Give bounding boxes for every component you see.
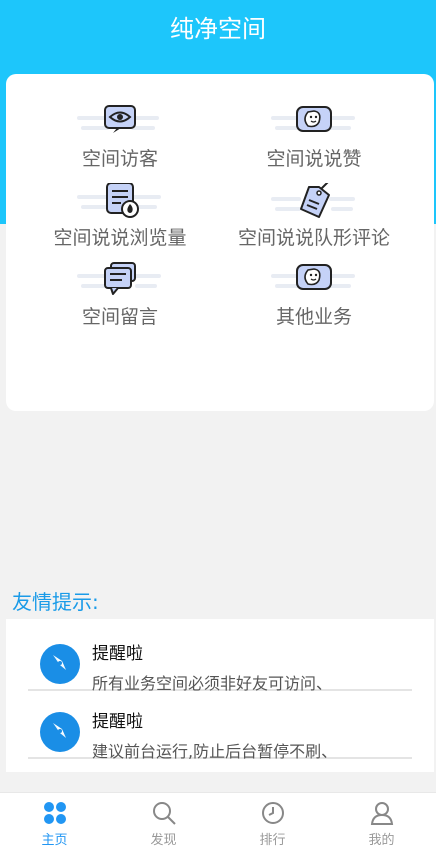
- grid-item-label: 其他业务: [275, 306, 352, 328]
- eye-icon: [77, 104, 163, 140]
- tab-mine[interactable]: 我的: [327, 793, 436, 848]
- compass-icon: [40, 644, 80, 684]
- grid-item-messages[interactable]: 空间留言: [20, 262, 220, 332]
- services-card: 空间访客 空间说说赞 空间说说浏览量 空间说说队形评论 空间留言 其他业务: [6, 74, 434, 411]
- grid-item-other[interactable]: 其他业务: [214, 262, 414, 332]
- smile-chat-icon: [271, 104, 357, 140]
- grid-item-label: 空间说说队形评论: [237, 227, 390, 249]
- tips-title: 友情提示:: [12, 590, 99, 614]
- user-icon: [370, 802, 394, 825]
- list-item[interactable]: 提醒啦 建议前台运行,防止后台暂停不刷、: [28, 693, 412, 761]
- smile-chat-icon: [271, 262, 357, 298]
- list-item[interactable]: 提醒啦 所有业务空间必须非好友可访问、: [28, 625, 412, 693]
- page-title: 纯净空间: [170, 15, 266, 43]
- tab-ranking[interactable]: 排行: [218, 793, 327, 848]
- tab-discover[interactable]: 发现: [109, 793, 218, 848]
- document-fire-icon: [77, 183, 163, 219]
- grid-item-label: 空间说说浏览量: [53, 227, 187, 249]
- tip-description: 所有业务空间必须非好友可访问、: [92, 674, 333, 693]
- grid-item-label: 空间留言: [81, 306, 158, 328]
- tip-title: 提醒啦: [92, 644, 143, 664]
- tag-icon: [271, 183, 357, 219]
- bottom-tab-bar: 主页 发现 排行 我的: [0, 792, 436, 848]
- grid-item-likes[interactable]: 空间说说赞: [214, 104, 414, 174]
- grid-item-views[interactable]: 空间说说浏览量: [20, 183, 220, 253]
- tab-label: 主页: [41, 833, 68, 848]
- tab-label: 排行: [259, 833, 286, 848]
- grid-item-label: 空间说说赞: [266, 148, 362, 170]
- compass-icon: [40, 712, 80, 752]
- grid-item-label: 空间访客: [81, 148, 158, 170]
- message-icon: [77, 262, 163, 298]
- search-icon: [153, 802, 176, 825]
- tips-list: 提醒啦 所有业务空间必须非好友可访问、 提醒啦 建议前台运行,防止后台暂停不刷、: [6, 619, 434, 772]
- tab-label: 我的: [368, 833, 395, 848]
- tab-label: 发现: [150, 833, 177, 848]
- home-grid-icon: [44, 802, 66, 824]
- tip-title: 提醒啦: [92, 712, 143, 732]
- tip-description: 建议前台运行,防止后台暂停不刷、: [92, 742, 338, 761]
- grid-item-comments[interactable]: 空间说说队形评论: [214, 183, 414, 253]
- clock-icon: [262, 802, 284, 824]
- grid-item-visitors[interactable]: 空间访客: [20, 104, 220, 174]
- tab-home[interactable]: 主页: [0, 793, 109, 848]
